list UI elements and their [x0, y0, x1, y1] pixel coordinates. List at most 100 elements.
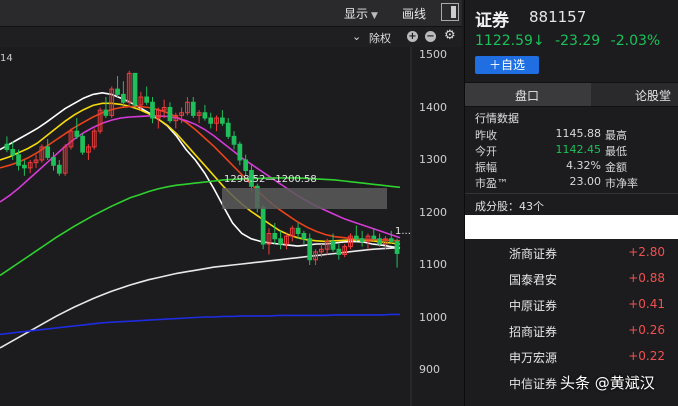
candle-body: [190, 101, 196, 116]
market-row-label: 振幅: [475, 161, 497, 174]
candle-body: [243, 159, 249, 171]
list-item[interactable]: 中原证券 +0.41: [465, 297, 678, 323]
tab-forum[interactable]: 论股堂: [635, 87, 671, 104]
panel-tabs: 盘口 论股堂: [465, 82, 678, 107]
market-row-value: 1142.45: [555, 143, 602, 156]
adjust-rights-button[interactable]: 除权: [369, 30, 391, 46]
watermark: 头条 @黄斌汉: [560, 374, 655, 392]
y-tick-label: 1000: [419, 310, 447, 324]
candle-body: [359, 238, 365, 242]
zoom-out-icon[interactable]: −: [425, 31, 436, 42]
tab-order-book[interactable]: 盘口: [515, 87, 539, 104]
candle-body: [330, 240, 336, 250]
add-watchlist-button[interactable]: ＋自选: [475, 56, 539, 74]
corner-number: 14: [0, 53, 13, 64]
ma-line: [0, 246, 401, 349]
market-row: 昨收 1145.88 最高: [475, 127, 675, 143]
candle-body: [307, 238, 313, 261]
candle-body: [103, 109, 109, 116]
zoom-in-icon[interactable]: +: [407, 31, 418, 42]
candle-body: [74, 130, 80, 137]
candle-body: [394, 240, 400, 254]
candle-body: [51, 156, 56, 166]
list-item[interactable]: 国泰君安 +0.88: [465, 271, 678, 297]
price-change-pct: -2.03%: [610, 33, 661, 49]
stock-name: 证券: [475, 11, 509, 31]
layout-toggle-icon[interactable]: [441, 3, 459, 21]
candlestick-chart[interactable]: [0, 47, 462, 406]
candle-body: [295, 227, 301, 234]
display-menu[interactable]: 显示 ▼: [344, 5, 378, 22]
candle-body: [260, 206, 266, 245]
candle-body: [132, 72, 138, 106]
chart-toolbar: 显示 ▼ 画线: [0, 0, 462, 27]
constituent-change: +0.88: [628, 271, 665, 285]
quote-panel: 证券 881157 1122.59↓ -23.29 -2.03% ＋自选 盘口 …: [464, 0, 678, 406]
caret-down-icon: ▼: [371, 11, 378, 21]
constituent-change: +0.41: [628, 297, 665, 311]
constituents-header-bar: [465, 215, 678, 239]
chart-pane: 显示 ▼ 画线 ⌄ 除权 + − ⚙ 14 1298.52—1200.58 1..…: [0, 0, 462, 406]
market-row-label2: 最低: [605, 145, 627, 158]
market-data-title: 行情数据: [475, 112, 519, 125]
constituent-name: 招商证券: [509, 325, 558, 339]
constituent-change: +0.26: [628, 323, 665, 337]
candle-body: [220, 117, 225, 124]
gear-icon[interactable]: ⚙: [444, 28, 456, 43]
candle-body: [371, 235, 377, 240]
market-row-value: 23.00: [569, 175, 602, 188]
y-tick-label: 1500: [419, 48, 447, 61]
chevron-down-icon[interactable]: ⌄: [352, 30, 361, 43]
draw-line-button[interactable]: 画线: [402, 5, 426, 22]
market-row-label: 市盈™: [475, 177, 508, 190]
candle-body: [231, 135, 237, 145]
market-row: 振幅 4.32% 金额: [475, 159, 675, 175]
constituent-change: +2.80: [628, 245, 665, 259]
candle-body: [272, 233, 278, 240]
constituent-change: +0.22: [628, 349, 665, 363]
chart-subtoolbar: ⌄ 除权 + − ⚙: [0, 27, 462, 47]
candle-body: [353, 235, 359, 240]
display-label: 显示: [344, 7, 369, 21]
ma-line: [0, 102, 401, 245]
candle-body: [150, 101, 155, 119]
candle-body: [278, 238, 283, 245]
candle-body: [16, 154, 21, 166]
list-item[interactable]: 浙商证券 +2.80: [465, 245, 678, 271]
constituent-name: 国泰君安: [509, 273, 558, 287]
list-item[interactable]: 招商证券 +0.26: [465, 323, 678, 349]
candle-body: [45, 146, 51, 158]
y-tick-label: 1300: [419, 153, 447, 166]
price-change: -23.29: [555, 33, 601, 49]
candle-body: [56, 164, 62, 174]
constituent-name: 中信证券: [509, 377, 558, 391]
y-tick-label: 1100: [419, 258, 447, 271]
market-row-label: 今开: [475, 145, 497, 158]
candle-body: [225, 122, 231, 137]
constituents-title: 成分股：43个: [475, 200, 544, 213]
candle-body: [208, 117, 214, 124]
candle-body: [10, 149, 16, 156]
ma-line: [0, 313, 400, 336]
y-tick-label: 1200: [419, 205, 447, 219]
candle-body: [336, 248, 342, 255]
candle-body: [202, 112, 208, 119]
market-row: 今开 1142.45 最低: [475, 143, 675, 159]
candle-body: [121, 93, 126, 103]
candle-body: [301, 233, 307, 240]
market-row-value: 1145.88: [555, 127, 602, 140]
market-row-label: 昨收: [475, 129, 497, 142]
candle-body: [144, 96, 150, 103]
hover-range-box: [222, 188, 387, 209]
market-row-label2: 市净率: [605, 177, 638, 190]
y-tick-label: 900: [419, 363, 440, 376]
y-tick-label: 1400: [419, 100, 447, 114]
section-divider: [465, 193, 678, 194]
last-price-label: 1...: [395, 226, 411, 237]
market-row-label2: 最高: [605, 129, 627, 142]
candle-body: [115, 88, 120, 95]
hover-range-label: 1298.52—1200.58: [224, 174, 317, 185]
candle-body: [388, 238, 394, 242]
market-row: 市盈™ 23.00 市净率: [475, 175, 675, 191]
moving-average-lines: [0, 91, 401, 349]
